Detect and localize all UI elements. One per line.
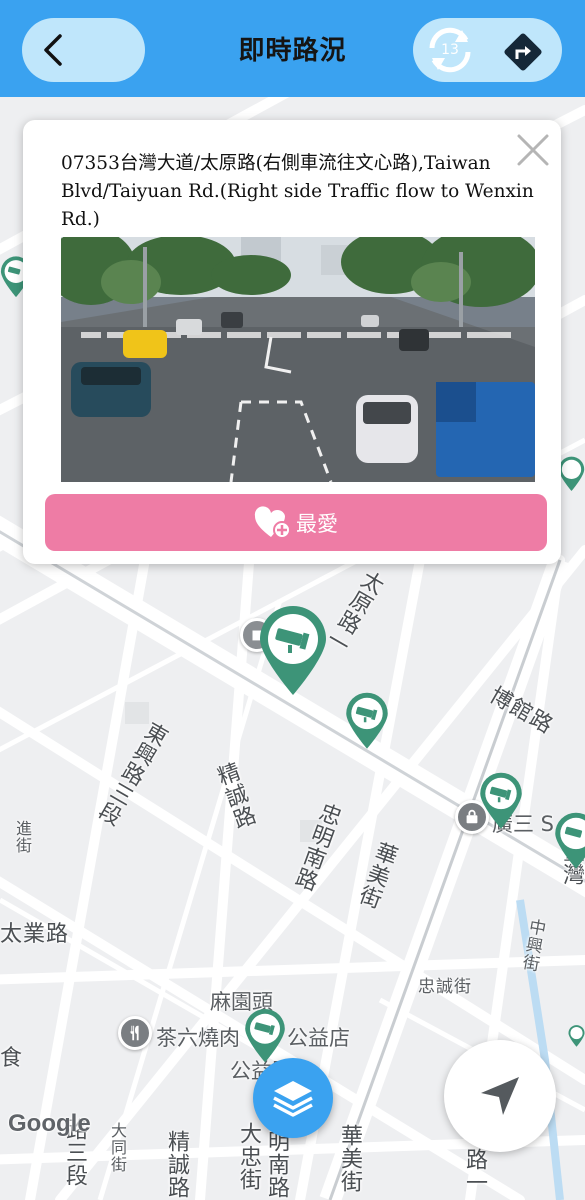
traffic-camera-pin-icon — [558, 456, 585, 491]
favorite-button[interactable]: 最愛 — [45, 494, 547, 551]
street-label-taye: 太業路 — [0, 922, 70, 947]
favorite-label: 最愛 — [296, 511, 338, 536]
camera-pin-selected[interactable] — [258, 605, 328, 697]
street-label-food: 食 — [0, 1046, 24, 1071]
street-label-jingcheng-south: 精誠路 — [164, 1130, 189, 1199]
turn-right-sign-icon — [504, 33, 542, 71]
poi-gongyi: 公益店 — [287, 1026, 350, 1050]
traffic-camera-pin-icon — [245, 1009, 285, 1063]
google-attribution: Google — [8, 1110, 91, 1137]
traffic-camera-pin-icon — [480, 772, 522, 829]
my-location-button[interactable] — [444, 1040, 556, 1152]
camera-pin[interactable] — [554, 812, 585, 870]
fork-knife-icon — [130, 1025, 139, 1041]
street-label-xing-jie: 進街 — [13, 820, 32, 854]
street-label-huamei-south: 華美街 — [337, 1124, 362, 1193]
layers-icon — [273, 1081, 313, 1117]
navigation-arrow-icon — [481, 1077, 519, 1115]
street-label-datong: 大同街 — [108, 1122, 127, 1173]
traffic-camera-pin-icon — [555, 812, 585, 869]
traffic-camera-image — [61, 237, 535, 482]
street-label-zhongcheng: 忠誠街 — [418, 977, 472, 997]
poi-chaliu: 茶六燒肉 — [156, 1026, 240, 1050]
traffic-camera-pin-icon — [260, 606, 326, 695]
restaurant-poi-icon[interactable] — [118, 1016, 152, 1050]
heart-plus-icon — [254, 505, 291, 539]
camera-pin[interactable] — [558, 445, 585, 503]
traffic-camera-snapshot — [61, 237, 535, 482]
layers-button[interactable] — [253, 1058, 333, 1138]
navigate-button[interactable] — [503, 32, 543, 72]
refresh-button[interactable]: 13 — [421, 22, 479, 78]
traffic-camera-pin-icon — [568, 1025, 585, 1047]
camera-pin[interactable] — [568, 1008, 585, 1064]
street-label-lu-yi: 路一 — [462, 1148, 487, 1194]
traffic-camera-pin-icon — [346, 692, 388, 749]
camera-title: 07353台灣大道/太原路(右側車流往文心路),Taiwan Blvd/Taiy… — [61, 153, 534, 230]
app-header: 即時路況 13 — [0, 0, 585, 97]
street-label-mingnan: 明南路 — [264, 1130, 289, 1199]
camera-pin[interactable] — [479, 772, 523, 830]
camera-info-card: 07353台灣大道/太原路(右側車流往文心路),Taiwan Blvd/Taiy… — [23, 120, 561, 564]
camera-pin[interactable] — [345, 692, 389, 750]
camera-pin[interactable] — [244, 1008, 286, 1064]
header-actions: 13 — [413, 18, 562, 82]
refresh-countdown: 13 — [441, 42, 459, 58]
